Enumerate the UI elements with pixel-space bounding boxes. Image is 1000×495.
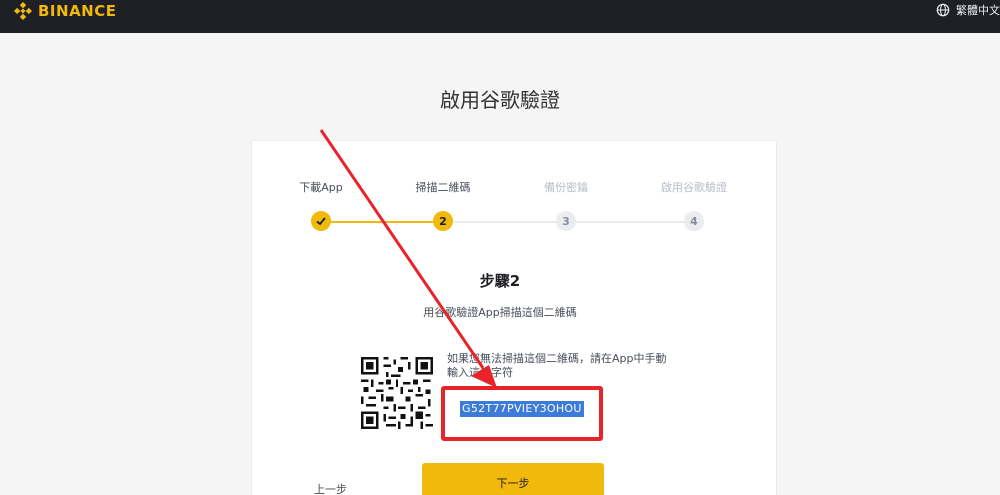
top-navbar: BINANCE 繁體中文 bbox=[0, 0, 1000, 33]
page-title: 啟用谷歌驗證 bbox=[440, 88, 560, 112]
step-label-scan: 掃描二維碼 bbox=[415, 181, 471, 194]
step-2-current: 2 bbox=[433, 211, 453, 231]
binance-logo-icon bbox=[14, 2, 32, 20]
stepper-line bbox=[576, 221, 684, 223]
brand-name: BINANCE bbox=[38, 2, 117, 20]
step-label-backup: 備份密鑰 bbox=[544, 181, 588, 194]
step-1-complete bbox=[311, 211, 331, 231]
manual-entry-hint: 如果您無法掃描這個二維碼，請在App中手動輸入這串字符 bbox=[447, 352, 667, 379]
step-label-enable: 啟用谷歌驗證 bbox=[661, 181, 727, 194]
qr-code bbox=[361, 357, 433, 429]
step-subtitle: 用谷歌驗證App掃描這個二維碼 bbox=[423, 306, 577, 319]
annotation-highlight-box bbox=[441, 386, 603, 441]
step-3-pending: 3 bbox=[556, 211, 576, 231]
next-step-button[interactable]: 下一步 bbox=[422, 463, 604, 495]
step-heading: 步驟2 bbox=[479, 272, 521, 290]
globe-icon bbox=[936, 3, 950, 17]
step-label-download: 下載App bbox=[299, 181, 343, 194]
language-label: 繁體中文 bbox=[956, 4, 1000, 17]
stepper-line bbox=[453, 221, 556, 223]
binance-logo[interactable]: BINANCE bbox=[14, 0, 117, 22]
language-selector[interactable]: 繁體中文 bbox=[936, 0, 1000, 20]
previous-step-link[interactable]: 上一步 bbox=[314, 481, 347, 495]
stepper-line-done bbox=[330, 221, 433, 223]
step-4-pending: 4 bbox=[684, 211, 704, 231]
checkmark-icon bbox=[316, 217, 326, 226]
